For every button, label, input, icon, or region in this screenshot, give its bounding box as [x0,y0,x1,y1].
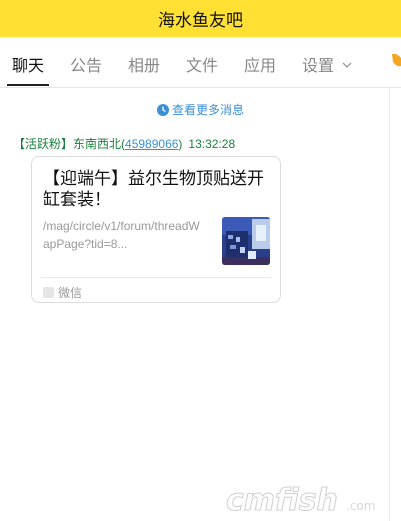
uid-paren-close: ) [178,137,183,151]
site-watermark-logo: cmfish .com [226,484,375,516]
view-more-messages-link[interactable]: 查看更多消息 [0,101,401,118]
group-title: 海水鱼友吧 [158,11,243,30]
svg-text:.com: .com [346,499,375,513]
shared-link-card[interactable]: 【迎端午】益尔生物顶贴送开缸套装！ /mag/circle/v1/forum/t… [31,156,281,303]
card-source: 微信 [58,286,83,300]
wechat-icon [43,287,54,298]
message-time: 13:32:28 [188,137,236,151]
card-footer: 微信 [43,284,82,301]
active-tab-indicator [7,84,49,86]
clock-icon [156,104,169,116]
message-sender-line: 【活跃粉】东南西北(45989066) 13:32:28 [13,135,235,152]
card-url: /mag/circle/v1/forum/threadWapPage?tid=8… [43,219,200,251]
tab-apps[interactable]: 应用 [244,37,276,87]
tab-chat[interactable]: 聊天 [12,37,44,87]
view-more-label: 查看更多消息 [171,103,244,117]
card-thumbnail [222,217,270,265]
tab-files[interactable]: 文件 [186,37,218,87]
tab-album[interactable]: 相册 [128,37,160,87]
tab-announcements[interactable]: 公告 [70,37,102,87]
sender-uid-link[interactable]: 45989066 [125,137,178,151]
title-bar: 海水鱼友吧 [0,0,401,37]
member-badge: 【活跃粉】 [13,137,74,151]
tab-bar: 聊天 公告 相册 文件 应用 设置 [0,37,401,88]
sender-name[interactable]: 东南西北 [73,137,121,151]
tab-settings[interactable]: 设置 [302,37,334,87]
phone-icon[interactable] [390,52,401,70]
chevron-down-icon[interactable] [342,61,352,69]
side-divider [389,87,390,521]
watermark-text: cmfish [226,484,338,516]
card-divider [41,277,271,278]
card-title: 【迎端午】益尔生物顶贴送开缸套装！ [43,169,264,209]
